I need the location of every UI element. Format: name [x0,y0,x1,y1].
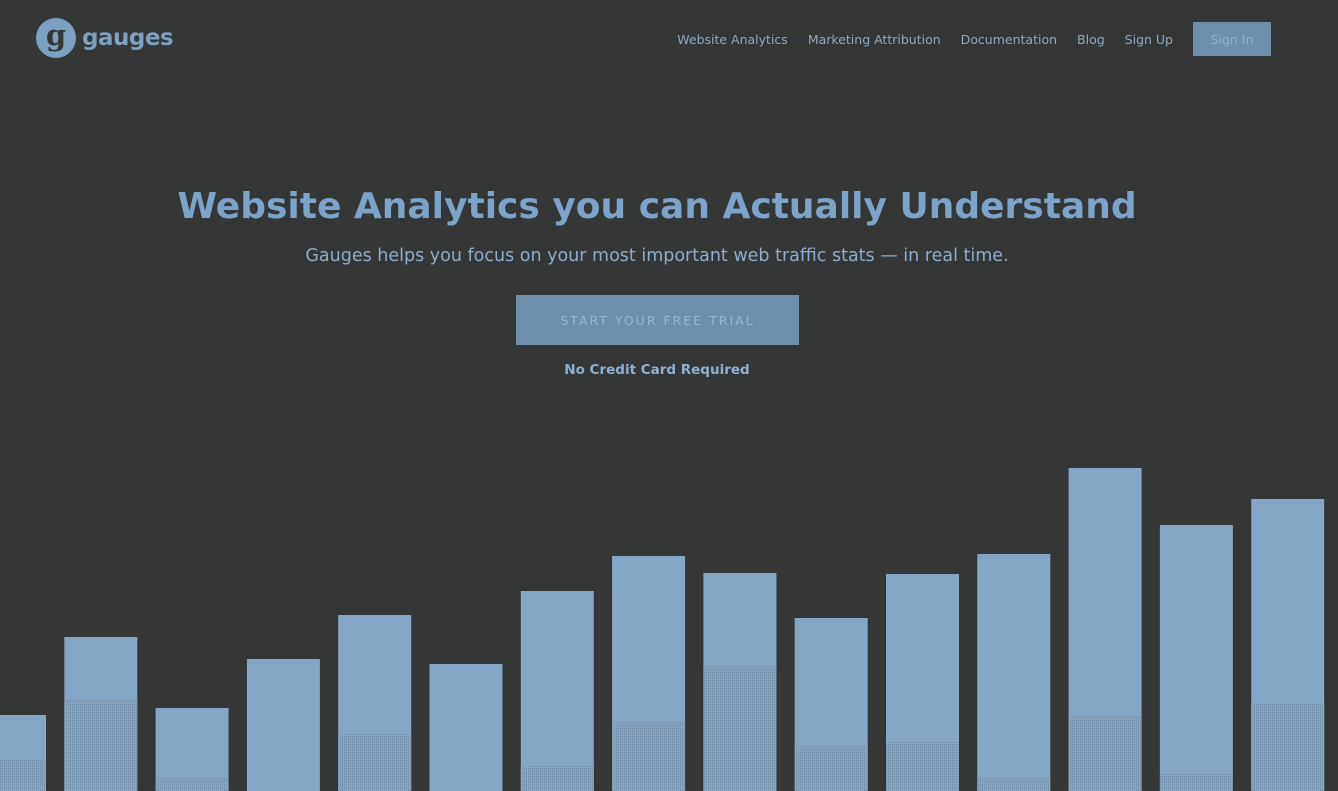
logo-letter: g [45,17,67,52]
traffic-bar-chart [0,468,1325,791]
chart-bar [155,708,229,791]
chart-bar-segment [703,665,777,791]
nav-blog[interactable]: Blog [1077,32,1105,47]
hero-subtitle: Gauges helps you focus on your most impo… [305,246,1009,266]
chart-bar [338,615,412,791]
chart-bar-segment [794,745,868,791]
chart-bar-segment [1068,716,1142,791]
chart-bar [246,659,320,791]
nav-marketing-attribution[interactable]: Marketing Attribution [808,32,941,47]
chart-bar [0,715,46,791]
chart-bar [1159,525,1233,791]
nav-sign-up[interactable]: Sign Up [1125,32,1173,47]
chart-bar [703,573,777,791]
chart-bar-segment [520,766,594,791]
nav-website-analytics[interactable]: Website Analytics [677,32,788,47]
sign-in-button[interactable]: Sign In [1193,22,1271,56]
no-credit-card-note: No Credit Card Required [564,362,750,378]
chart-bar-segment [64,700,138,791]
hero-title: Website Analytics you can Actually Under… [177,186,1137,227]
logo-mark-icon: g [36,18,76,58]
chart-bar-segment [886,742,959,791]
chart-bar [64,637,138,791]
top-nav: Website Analytics Marketing Attribution … [657,22,1271,56]
chart-bar [977,554,1051,791]
chart-bar-segment [1159,773,1233,791]
chart-bar-segment [1251,703,1325,791]
chart-bar-segment [155,778,229,791]
chart-bar-segment [977,778,1051,791]
chart-bar [429,664,503,791]
gauges-logo[interactable]: g gauges [36,18,174,58]
chart-bar [1251,499,1325,791]
nav-documentation[interactable]: Documentation [961,32,1057,47]
logo-text: gauges [82,25,174,51]
chart-bar [794,618,868,791]
start-free-trial-button[interactable]: START YOUR FREE TRIAL [516,295,799,345]
chart-bar [612,556,686,791]
chart-bar [1068,468,1142,791]
chart-bar-segment [0,760,46,791]
chart-bar-segment [338,734,412,791]
chart-bar [886,574,959,791]
landing-page: g gauges Website Analytics Marketing Att… [0,0,1338,791]
chart-bar [520,591,594,791]
chart-bar-segment [612,722,686,791]
